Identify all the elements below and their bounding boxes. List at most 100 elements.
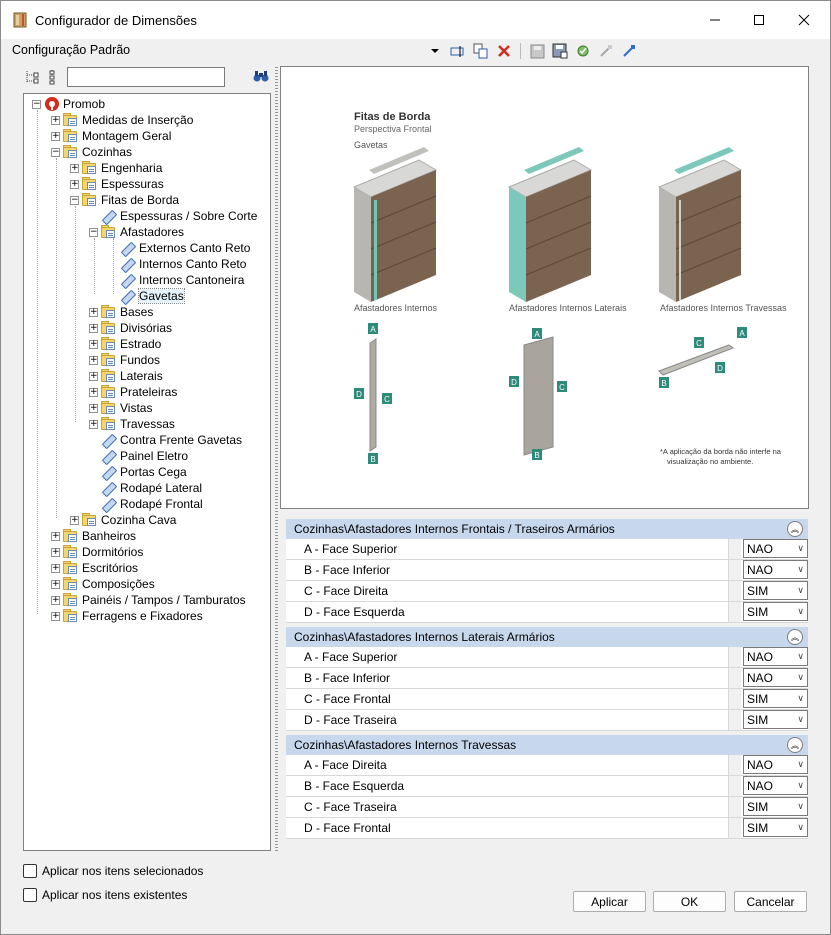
tree-node-fundos[interactable]: + Fundos: [89, 352, 160, 368]
expand-toggle[interactable]: +: [51, 547, 60, 557]
apply-existing-option[interactable]: Aplicar nos itens existentes: [23, 888, 187, 902]
tree-node-fitas-de-borda[interactable]: − Fitas de Borda: [70, 192, 179, 208]
property-value-select[interactable]: SIM ∨: [742, 689, 809, 708]
expand-toggle[interactable]: +: [70, 179, 79, 189]
tree-node-espessuras[interactable]: + Espessuras: [70, 176, 164, 192]
tree-node-composicoes[interactable]: + Composições: [51, 576, 155, 592]
tree-node-travessas[interactable]: + Travessas: [89, 416, 175, 432]
collapse-toggle[interactable]: −: [89, 227, 98, 237]
copy-button[interactable]: [471, 42, 491, 60]
expand-toggle[interactable]: +: [89, 403, 98, 413]
tree-node-afastadores[interactable]: − Afastadores: [89, 224, 184, 240]
tree-node-contra-frente-gavetas[interactable]: Contra Frente Gavetas: [101, 432, 242, 450]
tree-node-estrado[interactable]: + Estrado: [89, 336, 161, 352]
expand-toggle[interactable]: +: [51, 131, 60, 141]
save-button[interactable]: [527, 42, 547, 60]
close-button[interactable]: [781, 1, 827, 39]
rename-button[interactable]: [448, 42, 468, 60]
tree-node-externos-canto-reto[interactable]: Externos Canto Reto: [120, 240, 250, 258]
collapse-group-button[interactable]: ︽: [787, 629, 803, 645]
tree-node-bases[interactable]: + Bases: [89, 304, 153, 320]
property-value-select[interactable]: NAO ∨: [742, 560, 809, 579]
collapse-toggle[interactable]: −: [51, 147, 60, 157]
collapse-group-button[interactable]: ︽: [787, 521, 803, 537]
property-value-select[interactable]: SIM ∨: [742, 710, 809, 729]
tree-node-cozinha-cava[interactable]: + Cozinha Cava: [70, 512, 176, 528]
expand-toggle[interactable]: +: [89, 307, 98, 317]
tree-node-paineis[interactable]: + Painéis / Tampos / Tamburatos: [51, 592, 246, 608]
export-button[interactable]: [619, 42, 639, 60]
collapse-toggle[interactable]: −: [32, 99, 41, 109]
minimize-button[interactable]: [692, 1, 738, 39]
tree-node-ferragens[interactable]: + Ferragens e Fixadores: [51, 608, 203, 624]
group-title: Cozinhas\Afastadores Internos Travessas: [294, 738, 517, 752]
property-value-select[interactable]: SIM ∨: [742, 797, 809, 816]
collapse-toggle[interactable]: −: [70, 195, 79, 205]
maximize-button[interactable]: [736, 1, 782, 39]
tree-node-divisorias[interactable]: + Divisórias: [89, 320, 172, 336]
expand-toggle[interactable]: +: [51, 115, 60, 125]
expand-toggle[interactable]: +: [51, 531, 60, 541]
apply-button[interactable]: Aplicar: [573, 891, 646, 912]
tree-search-input[interactable]: [67, 67, 225, 87]
expand-toggle[interactable]: +: [70, 163, 79, 173]
expand-toggle[interactable]: +: [70, 515, 79, 525]
property-value-select[interactable]: SIM ∨: [742, 602, 809, 621]
tree-node-internos-canto-reto[interactable]: Internos Canto Reto: [120, 256, 246, 274]
apply-selected-option[interactable]: Aplicar nos itens selecionados: [23, 864, 203, 878]
find-button[interactable]: [253, 69, 269, 86]
delete-button[interactable]: [494, 42, 514, 60]
tree-node-escritorios[interactable]: + Escritórios: [51, 560, 138, 576]
tree-node-rodape-lateral[interactable]: Rodapé Lateral: [101, 480, 202, 498]
tree-node-medidas[interactable]: + Medidas de Inserção: [51, 112, 193, 128]
panel-splitter[interactable]: [275, 67, 278, 851]
tree-node-montagem[interactable]: + Montagem Geral: [51, 128, 171, 144]
tree-node-prateleiras[interactable]: + Prateleiras: [89, 384, 177, 400]
property-value-select[interactable]: NAO ∨: [742, 668, 809, 687]
property-value-select[interactable]: NAO ∨: [742, 647, 809, 666]
collapse-all-button[interactable]: [47, 69, 59, 88]
expand-toggle[interactable]: +: [51, 611, 60, 621]
property-value-select[interactable]: SIM ∨: [742, 581, 809, 600]
collapse-group-button[interactable]: ︽: [787, 737, 803, 753]
group-header[interactable]: Cozinhas\Afastadores Internos Travessas …: [286, 735, 808, 755]
property-value-select[interactable]: NAO ∨: [742, 755, 809, 774]
cancel-button[interactable]: Cancelar: [734, 891, 807, 912]
dropdown-arrow-button[interactable]: [425, 42, 445, 60]
property-value-select[interactable]: SIM ∨: [742, 818, 809, 837]
expand-toggle[interactable]: +: [89, 339, 98, 349]
tree-node-promob[interactable]: − Promob: [32, 96, 105, 112]
expand-toggle[interactable]: +: [51, 563, 60, 573]
expand-all-button[interactable]: [25, 69, 39, 88]
tree-node-dormitorios[interactable]: + Dormitórios: [51, 544, 143, 560]
group-header[interactable]: Cozinhas\Afastadores Internos Laterais A…: [286, 627, 808, 647]
tree-node-vistas[interactable]: + Vistas: [89, 400, 152, 416]
expand-toggle[interactable]: +: [51, 595, 60, 605]
tree-node-cozinhas[interactable]: − Cozinhas: [51, 144, 132, 160]
expand-toggle[interactable]: +: [89, 387, 98, 397]
tree-node-portas-cega[interactable]: Portas Cega: [101, 464, 187, 482]
property-value-select[interactable]: NAO ∨: [742, 539, 809, 558]
group-header[interactable]: Cozinhas\Afastadores Internos Frontais /…: [286, 519, 808, 539]
ok-button[interactable]: OK: [653, 891, 726, 912]
tree-node-laterais[interactable]: + Laterais: [89, 368, 163, 384]
expand-toggle[interactable]: +: [89, 371, 98, 381]
tree-node-painel-eletro[interactable]: Painel Eletro: [101, 448, 188, 466]
validate-button[interactable]: [573, 42, 593, 60]
expand-toggle[interactable]: +: [51, 579, 60, 589]
tree-node-banheiros[interactable]: + Banheiros: [51, 528, 136, 544]
property-value-select[interactable]: NAO ∨: [742, 776, 809, 795]
property-name: D - Face Esquerda: [286, 602, 730, 622]
tree-node-rodape-frontal[interactable]: Rodapé Frontal: [101, 496, 203, 514]
tree-node-gavetas[interactable]: Gavetas: [120, 288, 185, 306]
tree-node-internos-cantoneira[interactable]: Internos Cantoneira: [120, 272, 244, 290]
expand-toggle[interactable]: +: [89, 419, 98, 429]
import-button[interactable]: [596, 42, 616, 60]
expand-toggle[interactable]: +: [89, 355, 98, 365]
tree-node-espessuras-sobre-corte[interactable]: Espessuras / Sobre Corte: [101, 208, 257, 226]
apply-selected-checkbox[interactable]: [23, 864, 37, 878]
tree-node-engenharia[interactable]: + Engenharia: [70, 160, 162, 176]
apply-existing-checkbox[interactable]: [23, 888, 37, 902]
expand-toggle[interactable]: +: [89, 323, 98, 333]
save-as-button[interactable]: [550, 42, 570, 60]
